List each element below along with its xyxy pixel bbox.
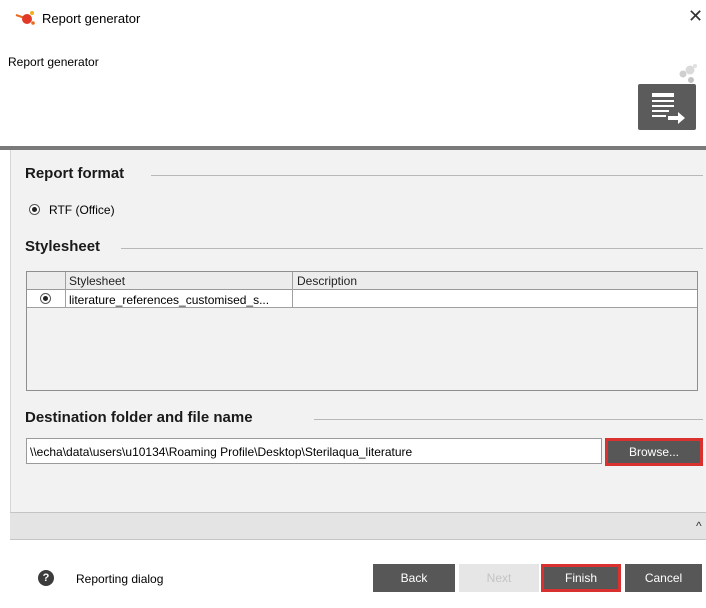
close-icon[interactable]: ✕: [688, 6, 703, 27]
rtf-radio[interactable]: [29, 204, 40, 215]
cell-stylesheet: literature_references_customised_s...: [69, 293, 270, 307]
help-label: Reporting dialog: [76, 572, 164, 586]
expand-caret-icon[interactable]: ^: [696, 519, 702, 533]
report-format-divider: [151, 175, 703, 176]
table-row[interactable]: literature_references_customised_s...: [27, 290, 697, 308]
destination-divider: [314, 419, 703, 420]
stylesheet-title: Stylesheet: [25, 238, 101, 255]
browse-button[interactable]: Browse...: [605, 438, 703, 466]
app-logo-icon: [15, 11, 35, 25]
column-divider: [65, 272, 66, 308]
title-bar: Report generator ✕: [0, 0, 706, 34]
wizard-header: Report generator: [0, 46, 706, 146]
finish-button[interactable]: Finish: [541, 564, 621, 592]
cancel-button[interactable]: Cancel: [625, 564, 702, 592]
column-header-description[interactable]: Description: [297, 274, 357, 288]
row-select-radio[interactable]: [40, 293, 51, 304]
content-panel: Report format RTF (Office) Stylesheet St…: [10, 150, 706, 512]
back-button[interactable]: Back: [373, 564, 455, 592]
report-format-title: Report format: [25, 165, 125, 182]
window-title: Report generator: [42, 11, 141, 26]
rtf-radio-label: RTF (Office): [49, 203, 115, 217]
column-divider: [292, 272, 293, 308]
header-subtitle: Report generator: [8, 55, 99, 69]
details-strip[interactable]: ^: [10, 512, 706, 540]
table-header: Stylesheet Description: [27, 272, 697, 290]
stylesheet-divider: [121, 248, 703, 249]
destination-path-field[interactable]: \\echa\data\users\u10134\Roaming Profile…: [26, 438, 602, 464]
report-document-icon: [638, 64, 697, 130]
destination-title: Destination folder and file name: [25, 409, 253, 426]
help-icon[interactable]: ?: [38, 570, 54, 586]
column-header-stylesheet[interactable]: Stylesheet: [69, 274, 125, 288]
next-button[interactable]: Next: [459, 564, 539, 592]
stylesheet-table[interactable]: Stylesheet Description literature_refere…: [26, 271, 698, 391]
